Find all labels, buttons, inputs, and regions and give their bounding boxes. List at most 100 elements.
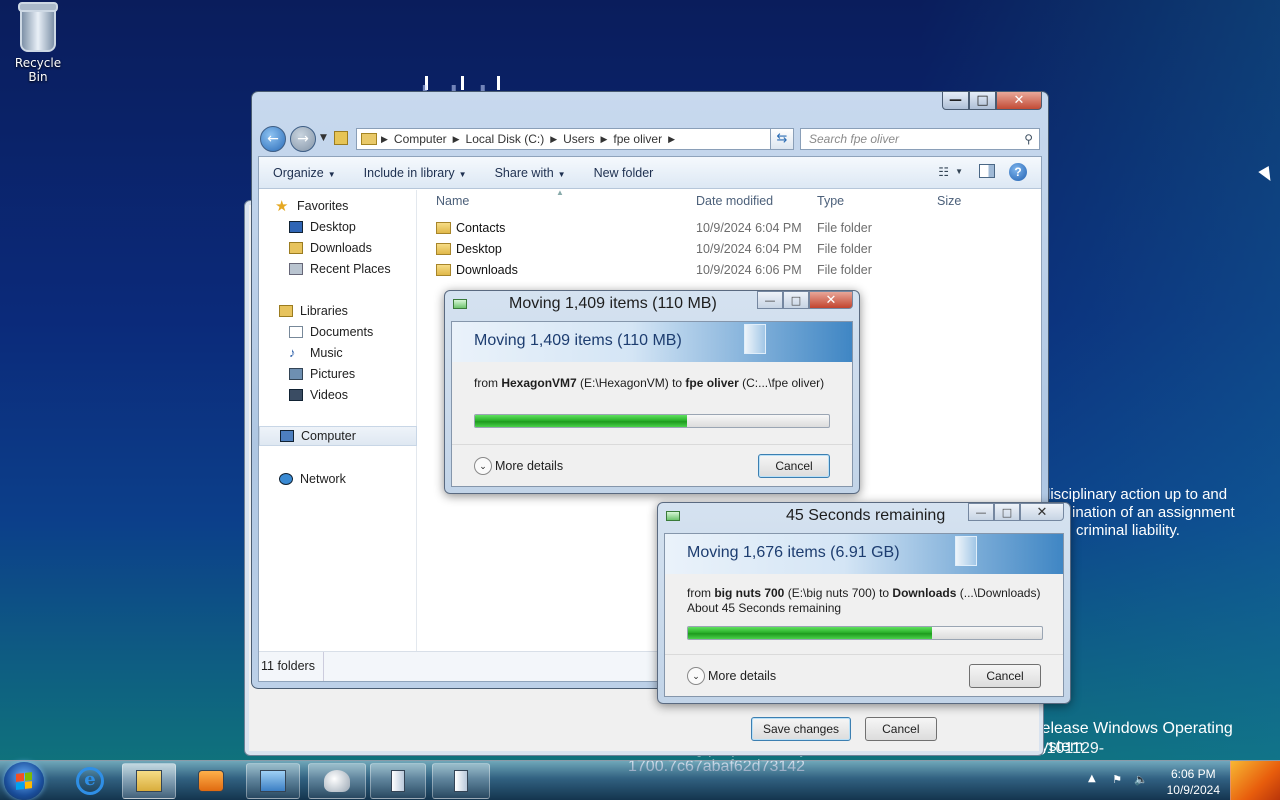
table-row[interactable]: Downloads 10/9/2024 6:06 PM File folder bbox=[418, 260, 1041, 281]
forward-button[interactable]: → bbox=[290, 126, 316, 152]
include-in-library-menu[interactable]: Include in library ▼ bbox=[350, 166, 481, 180]
sort-indicator-icon: ▲ bbox=[556, 188, 564, 197]
organize-menu[interactable]: Organize ▼ bbox=[259, 166, 350, 180]
internet-explorer-icon: e bbox=[76, 767, 104, 795]
breadcrumb-local-disk[interactable]: Local Disk (C:) bbox=[460, 132, 551, 146]
libraries-icon bbox=[279, 305, 293, 317]
minimize-button[interactable]: — bbox=[757, 291, 783, 309]
maximize-button[interactable]: □ bbox=[994, 503, 1020, 521]
table-row[interactable]: Contacts 10/9/2024 6:04 PM File folder bbox=[418, 218, 1041, 239]
show-hidden-icons-icon[interactable]: ▲ bbox=[1088, 773, 1096, 784]
file-copy-icon bbox=[454, 770, 468, 792]
network-icon bbox=[279, 473, 293, 485]
breadcrumb-computer[interactable]: Computer bbox=[388, 132, 453, 146]
folder-icon bbox=[436, 264, 451, 276]
progress-bar bbox=[687, 626, 1043, 640]
show-desktop-button[interactable] bbox=[1230, 761, 1280, 800]
more-details-toggle[interactable]: ⌄ More details bbox=[474, 457, 563, 475]
preview-pane-icon[interactable] bbox=[979, 164, 995, 178]
dialog-title: 45 Seconds remaining bbox=[786, 507, 946, 524]
share-with-menu[interactable]: Share with ▼ bbox=[481, 166, 580, 180]
media-player-icon bbox=[198, 770, 224, 792]
taskbar: e ▲ ⚑ 🔈 6:06 PM 10/9/2024 bbox=[0, 760, 1280, 800]
maximize-button[interactable]: □ bbox=[969, 91, 996, 110]
taskbar-app-2[interactable] bbox=[308, 763, 366, 799]
computer-icon bbox=[280, 430, 294, 442]
watermark-notice: disciplinary action up to and terminatio… bbox=[1042, 486, 1235, 539]
save-changes-button[interactable]: Save changes bbox=[751, 717, 851, 741]
column-size[interactable]: Size bbox=[937, 194, 961, 208]
nav-libraries[interactable]: Libraries bbox=[279, 301, 437, 321]
chevron-down-icon: ⌄ bbox=[474, 457, 492, 475]
column-name[interactable]: Name bbox=[436, 194, 469, 208]
nav-computer[interactable]: Computer bbox=[259, 426, 417, 446]
background-cancel-button[interactable]: Cancel bbox=[864, 717, 937, 741]
volume-muted-icon[interactable]: 🔈 bbox=[1134, 773, 1148, 787]
mouse-app-icon bbox=[324, 770, 350, 792]
view-options-icon[interactable]: ☷ bbox=[938, 165, 949, 179]
videos-icon bbox=[289, 389, 303, 401]
nav-favorites[interactable]: ★ Favorites bbox=[275, 196, 433, 216]
close-button[interactable]: ✕ bbox=[809, 291, 853, 309]
column-type[interactable]: Type bbox=[817, 194, 844, 208]
breadcrumb-user-folder[interactable]: fpe oliver bbox=[607, 132, 668, 146]
folder-icon bbox=[436, 222, 451, 234]
move-source-dest: from big nuts 700 (E:\big nuts 700) to D… bbox=[687, 586, 1041, 600]
table-row[interactable]: Desktop 10/9/2024 6:04 PM File folder bbox=[418, 239, 1041, 260]
dialog-title: Moving 1,409 items (110 MB) bbox=[509, 295, 717, 312]
folder-icon bbox=[361, 133, 377, 145]
pictures-icon bbox=[289, 368, 303, 380]
desktop-icon bbox=[289, 221, 303, 233]
taskbar-explorer[interactable] bbox=[122, 763, 176, 799]
recycle-bin[interactable]: Recycle Bin bbox=[6, 2, 70, 84]
nav-network[interactable]: Network bbox=[279, 469, 437, 489]
status-folder-count: 11 folders bbox=[261, 659, 315, 673]
folder-icon bbox=[136, 770, 162, 792]
documents-icon bbox=[289, 326, 303, 338]
search-input[interactable]: Search fpe oliver ⚲ bbox=[800, 128, 1040, 150]
taskbar-app-1[interactable] bbox=[246, 763, 300, 799]
system-tray: ▲ ⚑ 🔈 6:06 PM 10/9/2024 bbox=[1080, 761, 1280, 800]
address-bar[interactable]: ▶ Computer ▶ Local Disk (C:) ▶ Users ▶ f… bbox=[356, 128, 792, 150]
action-center-icon[interactable]: ⚑ bbox=[1110, 773, 1124, 787]
new-folder-button[interactable]: New folder bbox=[580, 166, 668, 180]
start-button[interactable] bbox=[4, 762, 44, 800]
minimize-button[interactable]: — bbox=[968, 503, 994, 521]
taskbar-media-player[interactable] bbox=[184, 763, 238, 799]
column-headers: ▲ Name Date modified Type Size bbox=[418, 188, 1041, 212]
minimize-button[interactable]: — bbox=[942, 91, 969, 110]
close-button[interactable]: ✕ bbox=[1020, 503, 1064, 521]
time-remaining: About 45 Seconds remaining bbox=[687, 601, 842, 615]
progress-bar bbox=[474, 414, 830, 428]
view-dropdown-icon[interactable]: ▼ bbox=[955, 167, 963, 176]
clock[interactable]: 6:06 PM 10/9/2024 bbox=[1167, 766, 1220, 798]
taskbar-copy-2[interactable] bbox=[432, 763, 490, 799]
taskbar-internet-explorer[interactable]: e bbox=[62, 763, 118, 799]
column-date-modified[interactable]: Date modified bbox=[696, 194, 773, 208]
command-bar: Organize ▼ Include in library ▼ Share with… bbox=[259, 157, 1041, 189]
help-icon[interactable]: ? bbox=[1009, 163, 1027, 181]
close-button[interactable]: ✕ bbox=[996, 91, 1042, 110]
move-source-dest: from HexagonVM7 (E:\HexagonVM) to fpe ol… bbox=[474, 376, 825, 390]
recycle-bin-icon bbox=[18, 2, 58, 52]
window-controls: — □ ✕ bbox=[942, 91, 1042, 110]
refresh-icon[interactable]: ⇆ bbox=[770, 128, 794, 150]
move-progress-dialog-2: 45 Seconds remaining — □ ✕ Moving 1,676 … bbox=[657, 502, 1071, 704]
search-icon: ⚲ bbox=[1024, 132, 1033, 146]
progress-header: Moving 1,409 items (110 MB) bbox=[452, 322, 852, 362]
more-details-toggle[interactable]: ⌄ More details bbox=[687, 667, 776, 685]
recent-pages-dropdown[interactable]: ▼ bbox=[320, 133, 327, 143]
navigation-pane: ★ Favorites Desktop Downloads Recent Plac… bbox=[259, 190, 417, 651]
recycle-bin-label: Recycle Bin bbox=[14, 56, 62, 84]
folder-up-icon[interactable] bbox=[334, 131, 348, 145]
taskbar-copy-1[interactable] bbox=[370, 763, 426, 799]
folder-icon bbox=[436, 243, 451, 255]
chevron-down-icon: ⌄ bbox=[687, 667, 705, 685]
cancel-button[interactable]: Cancel bbox=[758, 454, 830, 478]
cancel-button[interactable]: Cancel bbox=[969, 664, 1041, 688]
windows-logo-icon bbox=[16, 772, 32, 790]
maximize-button[interactable]: □ bbox=[783, 291, 809, 309]
breadcrumb-users[interactable]: Users bbox=[557, 132, 600, 146]
music-icon: ♪ bbox=[289, 346, 303, 359]
back-button[interactable]: ← bbox=[260, 126, 286, 152]
